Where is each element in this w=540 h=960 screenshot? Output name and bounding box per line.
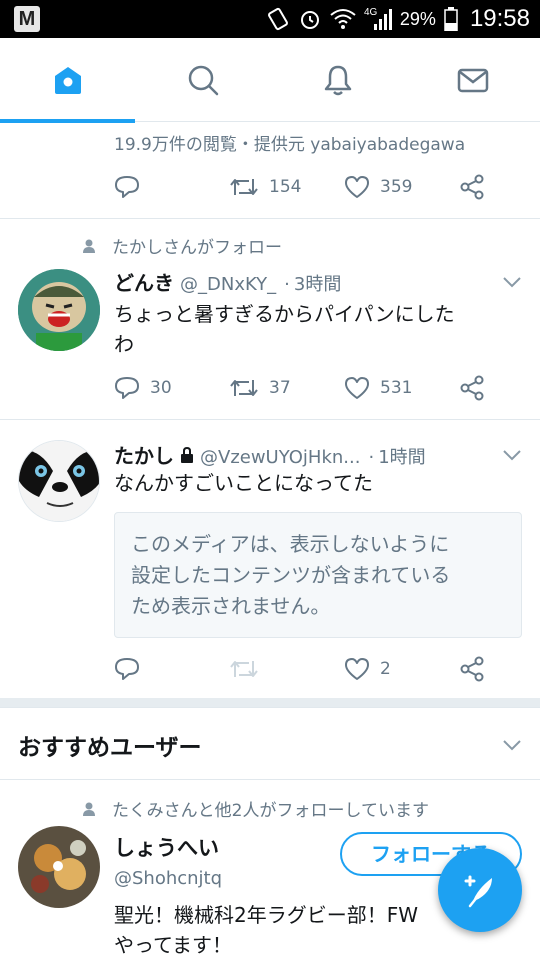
retweet-count: 154 — [269, 177, 302, 197]
like-button[interactable]: 359 — [344, 175, 459, 199]
retweet-button[interactable]: 37 — [229, 376, 344, 400]
heart-icon — [345, 176, 369, 198]
tweet-text: ちょっと暑すぎるからパイパンにした わ — [114, 299, 514, 359]
avatar-image — [19, 441, 99, 521]
avatar[interactable] — [18, 826, 100, 908]
reply-count: 30 — [150, 378, 172, 398]
promoted-views-line: 19.9万件の閲覧・提供元 yabaiyabadegawa — [114, 135, 466, 155]
reply-icon — [115, 377, 139, 399]
retweet-icon — [230, 380, 258, 396]
handle[interactable]: @VzewUYOjHkn... — [200, 447, 360, 468]
reply-button[interactable] — [114, 175, 229, 199]
separator-dot: · — [284, 274, 290, 295]
envelope-icon — [457, 68, 488, 93]
handle[interactable]: @Shohcnjtq — [114, 868, 222, 889]
clock: 19:58 — [469, 5, 530, 32]
social-context-text: たかしさんがフォロー — [112, 238, 282, 258]
compose-feather-icon — [464, 875, 492, 908]
tweet-text-line: わ — [114, 332, 134, 356]
person-icon — [83, 239, 95, 253]
avatar[interactable] — [18, 440, 100, 522]
share-button[interactable] — [459, 375, 499, 401]
notice-line: 設定したコンテンツが含まれている — [131, 563, 451, 587]
timeline: 19.9万件の閲覧・提供元 yabaiyabadegawa 154 359 たか… — [0, 122, 540, 960]
bio-line: やってます！ — [114, 933, 232, 957]
chevron-down-icon[interactable] — [502, 448, 522, 462]
avatar[interactable] — [18, 269, 100, 351]
avatar-image — [18, 826, 100, 908]
avatar-image — [18, 269, 100, 351]
share-icon — [460, 174, 484, 200]
reply-icon — [115, 176, 139, 198]
tweet-text: なんかすごいことになってた — [114, 471, 373, 495]
section-divider — [0, 698, 540, 708]
heart-icon — [345, 377, 369, 399]
reply-icon — [115, 658, 139, 680]
like-count: 359 — [380, 177, 413, 197]
tab-home[interactable] — [0, 38, 135, 123]
like-count: 531 — [380, 378, 413, 398]
like-button[interactable]: 2 — [344, 657, 459, 681]
social-context: たくみさんと他2人がフォローしています — [82, 796, 429, 821]
share-button[interactable] — [459, 656, 499, 682]
social-context-text: たくみさんと他2人がフォローしています — [112, 801, 429, 821]
lock-icon — [181, 446, 193, 463]
tweet-text-line: ちょっと暑すぎるからパイパンにした — [114, 302, 455, 326]
like-button[interactable]: 531 — [344, 376, 459, 400]
notice-line: このメディアは、表示しないように — [131, 532, 450, 556]
recommended-users-header[interactable]: おすすめユーザー — [0, 708, 540, 780]
sensitive-media-notice[interactable]: このメディアは、表示しないように 設定したコンテンツが含まれている ため表示され… — [114, 512, 522, 638]
share-button[interactable] — [459, 174, 499, 200]
share-icon — [460, 656, 484, 682]
chevron-down-icon[interactable] — [502, 275, 522, 289]
section-title: おすすめユーザー — [18, 735, 202, 761]
timestamp[interactable]: 3時間 — [294, 270, 341, 296]
retweet-count: 37 — [269, 378, 291, 398]
display-name[interactable]: たかし — [114, 440, 174, 469]
bell-icon — [324, 65, 351, 96]
reply-button[interactable] — [114, 657, 229, 681]
retweet-button[interactable]: 154 — [229, 175, 344, 199]
tweet-takashi[interactable]: たかし @VzewUYOjHkn... · 1時間 なんかすごいことになってた … — [0, 420, 540, 698]
wifi-icon — [330, 9, 356, 29]
promoted-tweet[interactable]: 19.9万件の閲覧・提供元 yabaiyabadegawa 154 359 — [0, 122, 540, 219]
separator-dot: · — [368, 447, 375, 468]
handle[interactable]: @_DNxKY_ — [180, 274, 276, 295]
battery-percent: 29% — [399, 8, 436, 29]
like-count: 2 — [380, 659, 391, 679]
display-name[interactable]: しょうへい — [114, 832, 219, 862]
home-icon — [54, 67, 81, 94]
person-icon — [83, 802, 95, 816]
tab-search[interactable] — [135, 38, 270, 122]
tab-bar — [0, 38, 540, 123]
vibrate-icon — [267, 7, 288, 31]
share-icon — [460, 375, 484, 401]
battery-icon — [444, 7, 458, 31]
search-icon — [188, 65, 218, 96]
tab-messages[interactable] — [405, 38, 540, 122]
tweet-donki[interactable]: たかしさんがフォロー どんき @_DNxKY_ · 3時間 ちょっと暑すぎるから… — [0, 219, 540, 420]
display-name[interactable]: どんき — [114, 267, 174, 296]
social-context: たかしさんがフォロー — [82, 233, 282, 258]
notice-line: ため表示されません。 — [131, 594, 331, 618]
timestamp[interactable]: 1時間 — [378, 443, 425, 469]
tab-notifications[interactable] — [270, 38, 405, 122]
retweet-icon — [230, 661, 258, 677]
status-bar: M 4G 29% 19:58 — [0, 0, 540, 38]
retweet-button-disabled — [229, 657, 344, 681]
alarm-icon — [300, 11, 319, 29]
network-label: 4G — [364, 7, 378, 18]
chevron-down-icon[interactable] — [502, 738, 522, 752]
compose-tweet-button[interactable] — [438, 848, 522, 932]
reply-button[interactable]: 30 — [114, 376, 229, 400]
retweet-icon — [230, 179, 258, 195]
heart-icon — [345, 658, 369, 680]
signal-icon: 4G — [364, 7, 392, 30]
carrier-badge: M — [14, 6, 40, 32]
